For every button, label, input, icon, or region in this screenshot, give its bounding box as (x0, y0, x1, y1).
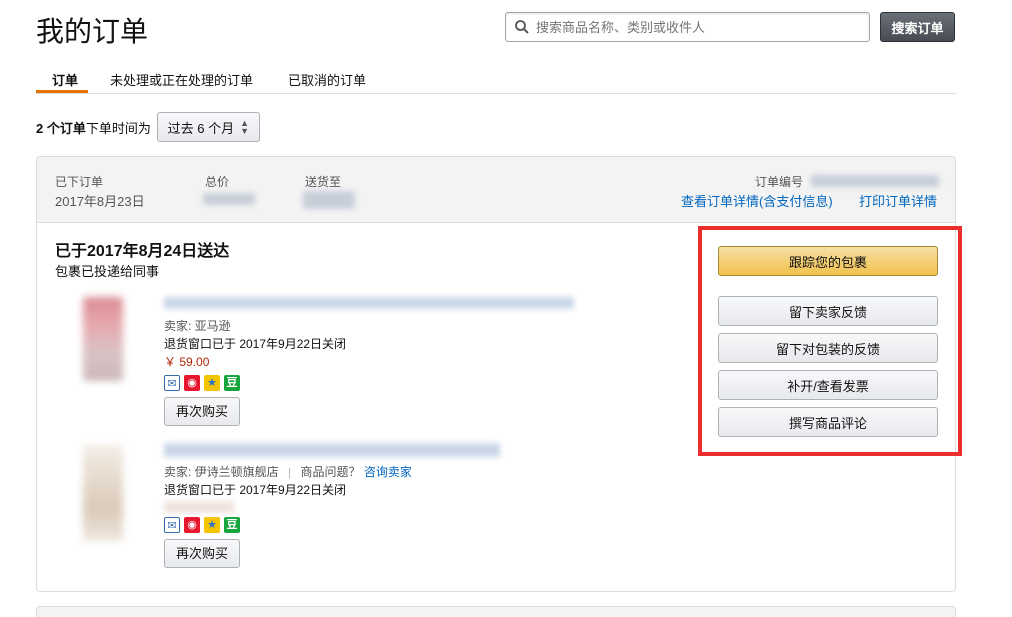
mail-icon[interactable]: ✉ (164, 517, 180, 533)
redacted-product-title-2[interactable] (164, 443, 500, 457)
tab-cancelled-orders[interactable]: 已取消的订单 (288, 70, 366, 89)
view-order-details-link[interactable]: 查看订单详情(含支付信息) (681, 191, 833, 210)
product-image-1[interactable] (83, 297, 123, 381)
order-header: 已下订单 2017年8月23日 总价 送货至 订单编号 查看订单详情(含支付信息… (37, 157, 955, 223)
search-input-box[interactable] (505, 12, 870, 42)
douban-icon[interactable]: 豆 (224, 517, 240, 533)
time-period-value: 过去 6 个月 (167, 120, 235, 136)
order-placed-label: 已下订单 (55, 175, 104, 189)
order-item-1: 卖家: 亚马逊 退货窗口已于 2017年9月22日关闭 ￥ 59.00 ✉ ◉ … (164, 317, 346, 426)
buy-again-button[interactable]: 再次购买 (164, 539, 240, 568)
share-icons: ✉ ◉ ★ 豆 (164, 375, 346, 391)
order-total-label: 总价 (205, 175, 230, 189)
search-orders-button[interactable]: 搜索订单 (880, 12, 955, 42)
order-tabs: 订单 未处理或正在处理的订单 已取消的订单 (36, 62, 956, 94)
qzone-icon[interactable]: ★ (204, 375, 220, 391)
share-icons: ✉ ◉ ★ 豆 (164, 517, 412, 533)
weibo-icon[interactable]: ◉ (184, 517, 200, 533)
redacted-order-number (811, 175, 939, 187)
order-item-2: 卖家: 伊诗兰顿旗舰店 | 商品问题？ 咨询卖家 退货窗口已于 2017年9月2… (164, 463, 412, 568)
highlight-annotation (698, 226, 962, 456)
delivery-status-subtitle: 包裹已投递给同事 (55, 264, 160, 279)
item-price: ￥ 59.00 (164, 355, 210, 369)
tab-open-orders[interactable]: 未处理或正在处理的订单 (110, 70, 253, 89)
page-title: 我的订单 (36, 16, 149, 47)
item-return-window: 退货窗口已于 2017年9月22日关闭 (164, 483, 347, 497)
redacted-recipient (303, 191, 355, 209)
item-seller-line: 卖家: 伊诗兰顿旗舰店 | 商品问题？ 咨询卖家 (164, 463, 412, 481)
item-question-label: 商品问题？ (300, 465, 361, 479)
select-arrows-icon: ▲ ▼ (240, 118, 250, 136)
print-order-details-link[interactable]: 打印订单详情 (859, 191, 937, 210)
contact-seller-link[interactable]: 咨询卖家 (364, 465, 412, 479)
buy-again-button[interactable]: 再次购买 (164, 397, 240, 426)
seller-separator: | (288, 465, 292, 479)
active-tab-indicator (36, 90, 88, 93)
item-seller: 卖家: 伊诗兰顿旗舰店 (164, 465, 279, 479)
item-return-window: 退货窗口已于 2017年9月22日关闭 (164, 337, 347, 351)
next-order-card (36, 606, 956, 617)
item-seller: 卖家: 亚马逊 (164, 319, 231, 333)
order-placed-value: 2017年8月23日 (55, 194, 145, 209)
redacted-price (164, 501, 234, 513)
qzone-icon[interactable]: ★ (204, 517, 220, 533)
weibo-icon[interactable]: ◉ (184, 375, 200, 391)
product-image-2[interactable] (83, 445, 123, 541)
tab-orders[interactable]: 订单 (52, 70, 78, 89)
filter-label: 下单时间为 (85, 120, 151, 136)
time-period-select[interactable]: 过去 6 个月 ▲ ▼ (156, 112, 260, 142)
mail-icon[interactable]: ✉ (164, 375, 180, 391)
order-number-label: 订单编号 (755, 175, 804, 189)
redacted-total (203, 193, 255, 205)
search-icon (515, 20, 529, 34)
order-count: 2 个订单 (36, 120, 86, 136)
ship-to-label: 送货至 (305, 175, 342, 189)
douban-icon[interactable]: 豆 (224, 375, 240, 391)
search-input[interactable] (536, 19, 856, 35)
delivery-status-title: 已于2017年8月24日送达 (55, 243, 230, 260)
order-filter: 2 个订单 下单时间为 过去 6 个月 ▲ ▼ (36, 112, 260, 142)
redacted-product-title-1[interactable] (164, 297, 574, 309)
